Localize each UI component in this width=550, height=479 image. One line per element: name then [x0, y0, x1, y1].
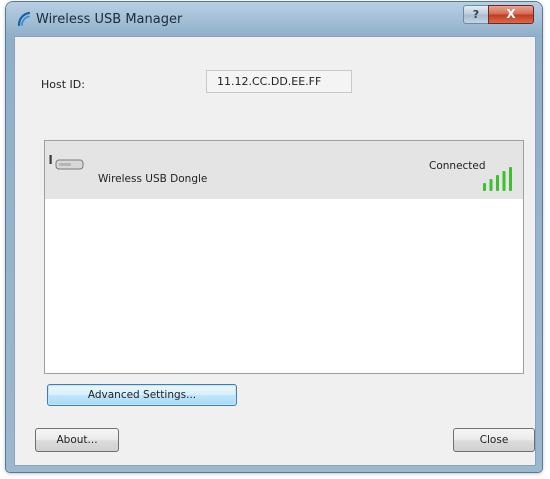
close-button[interactable]: Close: [453, 428, 535, 452]
window-title: Wireless USB Manager: [36, 12, 183, 27]
about-button[interactable]: About...: [35, 428, 119, 452]
signal-bar: [483, 183, 486, 191]
title-bar[interactable]: Wireless USB Manager ? X: [6, 2, 542, 38]
window-close-button[interactable]: X: [488, 5, 534, 24]
signal-bar: [502, 171, 506, 191]
app-window: Wireless USB Manager ? X Host ID: 11.12.…: [6, 2, 542, 472]
device-list[interactable]: Wireless USB Dongle Connected: [44, 140, 524, 374]
device-row-wireless-usb-dongle[interactable]: Wireless USB Dongle Connected: [45, 141, 523, 199]
advanced-settings-button[interactable]: Advanced Settings...: [47, 384, 237, 406]
wireless-signal-icon: [16, 11, 32, 27]
device-status: Connected: [429, 160, 486, 172]
usb-dongle-icon: [49, 155, 87, 171]
signal-bar: [509, 167, 512, 191]
host-id-label: Host ID:: [41, 78, 85, 91]
device-name: Wireless USB Dongle: [98, 173, 208, 185]
help-button[interactable]: ?: [463, 5, 489, 24]
dialog-body: Host ID: 11.12.CC.DD.EE.FF Wireless USB …: [14, 36, 536, 466]
signal-bar: [489, 179, 493, 191]
host-id-value: 11.12.CC.DD.EE.FF: [206, 70, 352, 93]
signal-bar: [496, 175, 499, 191]
signal-strength-icon: [481, 163, 517, 193]
